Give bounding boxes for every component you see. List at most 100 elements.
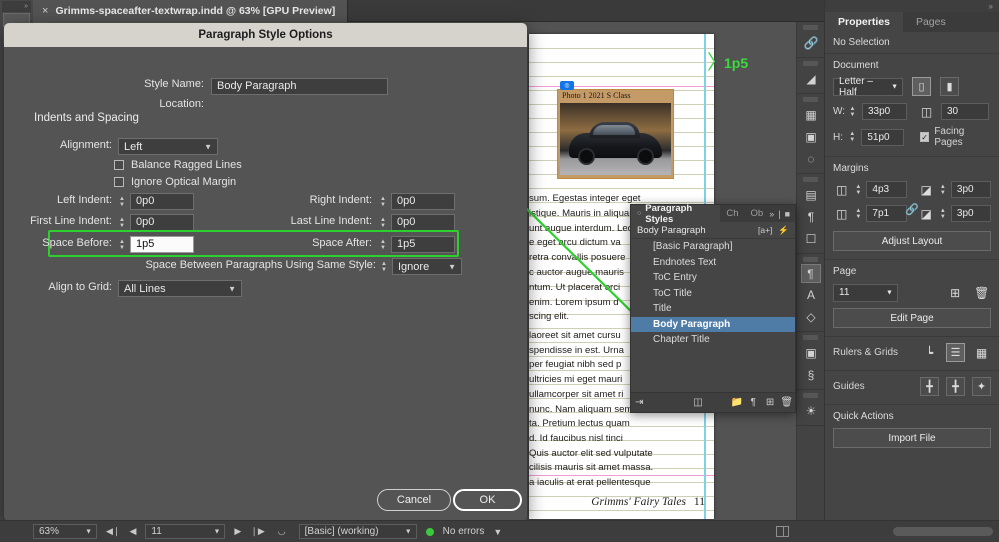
text-wrap-icon[interactable]: §: [797, 364, 825, 386]
paragraph-styles-icon[interactable]: ¶: [800, 264, 821, 283]
links-icon[interactable]: 🔗: [797, 32, 825, 54]
chevron-down-icon[interactable]: ▼: [493, 527, 502, 537]
list-item[interactable]: ToC Title: [631, 286, 795, 302]
object-styles-icon[interactable]: ☐: [797, 228, 825, 250]
width-input[interactable]: 33p0: [862, 103, 907, 120]
facing-pages-checkbox[interactable]: ✓: [919, 132, 930, 142]
tab-properties[interactable]: Properties: [825, 12, 903, 32]
last-line-indent-control[interactable]: ▲ ▼ 0p0: [378, 214, 455, 231]
tab-paragraph-styles[interactable]: ○ Paragraph Styles: [631, 203, 721, 225]
rail-grip[interactable]: [803, 393, 818, 398]
tools-collapse-icon[interactable]: »: [2, 1, 31, 12]
tab-character-styles[interactable]: Ch: [720, 205, 744, 222]
rail-grip[interactable]: [803, 257, 818, 262]
stepper-icon[interactable]: ▲ ▼: [939, 208, 947, 220]
margin-right-input[interactable]: 3p0: [950, 205, 991, 222]
page-number-select[interactable]: 11 ▼: [145, 524, 226, 539]
style-name-input[interactable]: Body Paragraph: [211, 78, 388, 95]
panel-overflow-icon[interactable]: »: [769, 209, 774, 219]
stepper-icon[interactable]: ▲ ▼: [854, 208, 862, 220]
page-number-select[interactable]: 11 ▼: [833, 283, 898, 302]
paragraph-icon[interactable]: ¶: [797, 206, 825, 228]
new-style-icon[interactable]: ⊞: [762, 397, 779, 408]
delete-page-icon[interactable]: 🗑: [972, 283, 991, 302]
delete-icon[interactable]: 🗑: [778, 397, 795, 408]
layers-icon[interactable]: ◢: [797, 68, 825, 90]
lock-guides-icon[interactable]: ╋: [946, 377, 965, 396]
stepper-icon[interactable]: ▲ ▼: [854, 184, 862, 196]
ok-button[interactable]: OK: [453, 489, 522, 511]
align-to-grid-select[interactable]: All Lines ▼: [118, 280, 242, 297]
height-input[interactable]: 51p0: [861, 128, 904, 146]
previous-page-icon[interactable]: ◀: [129, 526, 136, 537]
list-item[interactable]: [Basic Paragraph]: [631, 239, 795, 255]
baseline-grid-icon[interactable]: ☰: [946, 343, 965, 362]
stepper-icon[interactable]: ▲ ▼: [379, 258, 389, 275]
right-indent-control[interactable]: ▲ ▼ 0p0: [378, 193, 455, 210]
show-rulers-icon[interactable]: ┕: [920, 343, 939, 362]
cancel-button[interactable]: Cancel: [377, 489, 451, 511]
stepper-icon[interactable]: ▲ ▼: [378, 214, 388, 231]
dock-toggle-icon[interactable]: [776, 526, 789, 537]
space-before-control[interactable]: ▲ ▼ 1p5: [117, 236, 194, 253]
list-item-selected[interactable]: Body Paragraph: [631, 316, 795, 332]
margin-bottom-input[interactable]: 7p1: [866, 205, 907, 222]
rail-grip[interactable]: [803, 177, 818, 182]
stepper-icon[interactable]: ▲ ▼: [939, 184, 947, 196]
rail-grip[interactable]: [803, 335, 818, 340]
document-grid-icon[interactable]: ▦: [972, 343, 991, 362]
left-indent-control[interactable]: ▲ ▼ 0p0: [117, 193, 194, 210]
document-tab[interactable]: × Grimms-spaceafter-textwrap.indd @ 63% …: [33, 0, 349, 22]
close-icon[interactable]: ×: [42, 5, 48, 17]
left-indent-input[interactable]: 0p0: [130, 193, 194, 210]
tab-pages[interactable]: Pages: [903, 12, 959, 32]
space-after-control[interactable]: ▲ ▼ 1p5: [378, 236, 455, 253]
space-after-input[interactable]: 1p5: [391, 236, 455, 253]
orientation-portrait-icon[interactable]: ▯: [912, 77, 931, 96]
quick-apply-icon[interactable]: ⚡: [778, 225, 789, 236]
rail-grip[interactable]: [803, 25, 818, 30]
object-icon[interactable]: ◇: [797, 306, 825, 328]
first-line-indent-input[interactable]: 0p0: [130, 214, 194, 231]
add-page-icon[interactable]: ⊞: [946, 283, 965, 302]
list-item[interactable]: Endnotes Text: [631, 255, 795, 271]
stepper-icon[interactable]: ▲ ▼: [117, 236, 127, 253]
adjust-layout-button[interactable]: Adjust Layout: [833, 231, 991, 251]
pages-count-input[interactable]: 30: [941, 103, 989, 120]
margin-top-input[interactable]: 4p3: [866, 181, 907, 198]
paragraph-styles-list[interactable]: [Basic Paragraph] Endnotes Text ToC Entr…: [631, 239, 795, 379]
first-line-indent-control[interactable]: ▲ ▼ 0p0: [117, 214, 194, 231]
list-item[interactable]: Chapter Title: [631, 332, 795, 348]
balance-ragged-lines-checkbox-row[interactable]: Balance Ragged Lines: [114, 159, 242, 171]
stepper-icon[interactable]: ▲ ▼: [378, 193, 388, 210]
color-icon[interactable]: ◌: [797, 148, 825, 170]
last-page-icon[interactable]: ❘▶: [250, 526, 264, 537]
preflight-profile-select[interactable]: [Basic] (working) ▼: [298, 524, 417, 539]
space-between-paragraphs-select[interactable]: Ignore ▼: [392, 258, 462, 275]
list-item[interactable]: Title: [631, 301, 795, 317]
link-margins-icon[interactable]: 🔗: [905, 203, 919, 216]
horizontal-scrollbar[interactable]: [893, 527, 993, 536]
stepper-icon[interactable]: ▲ ▼: [117, 193, 127, 210]
clear-override-icon[interactable]: ⇥: [631, 397, 648, 408]
edit-page-button[interactable]: Edit Page: [833, 308, 991, 328]
character-styles-icon[interactable]: A: [797, 284, 825, 306]
space-before-input[interactable]: 1p5: [130, 236, 194, 253]
load-styles-icon[interactable]: ¶: [745, 397, 762, 408]
preflight-icon[interactable]: ◡: [278, 526, 286, 537]
gradient-icon[interactable]: ▣: [797, 126, 825, 148]
stepper-icon[interactable]: ▲ ▼: [117, 214, 127, 231]
show-guides-icon[interactable]: ╋: [920, 377, 939, 396]
pages-icon[interactable]: ▣: [797, 342, 825, 364]
tab-object-styles[interactable]: Ob: [745, 205, 770, 222]
content-grabber-icon[interactable]: ◎: [560, 81, 574, 90]
smart-guides-icon[interactable]: ✦: [972, 377, 991, 396]
ignore-optical-margin-checkbox[interactable]: [114, 177, 124, 187]
zoom-level-select[interactable]: 63% ▼: [33, 524, 97, 539]
next-page-icon[interactable]: ▶: [234, 526, 241, 537]
folder-icon[interactable]: 📁: [728, 397, 745, 408]
rail-grip[interactable]: [803, 61, 818, 66]
stepper-icon[interactable]: ▲ ▼: [848, 106, 857, 118]
orientation-landscape-icon[interactable]: ▮: [940, 77, 959, 96]
space-between-paragraphs-control[interactable]: ▲ ▼ Ignore ▼: [379, 258, 462, 275]
